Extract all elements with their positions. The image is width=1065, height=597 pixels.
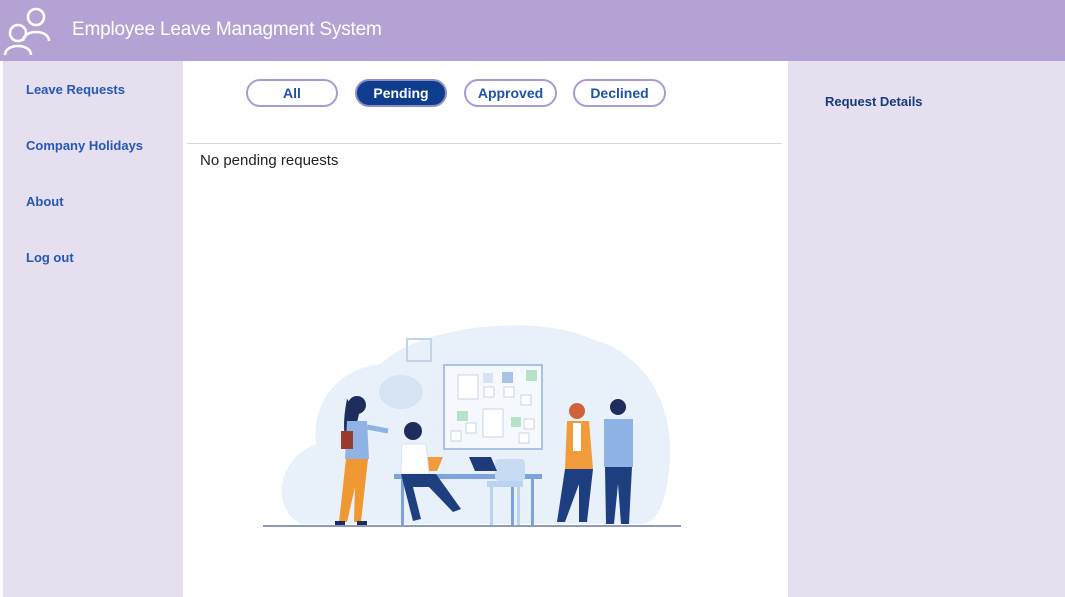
requests-panel: All Pending Approved Declined No pending…: [183, 61, 788, 597]
sidebar-item-company-holidays[interactable]: Company Holidays: [26, 138, 143, 153]
tab-pending[interactable]: Pending: [355, 79, 447, 107]
tab-all[interactable]: All: [246, 79, 338, 107]
app-header: Employee Leave Managment System: [0, 0, 1065, 61]
sidebar-item-log-out[interactable]: Log out: [26, 250, 74, 265]
tab-approved[interactable]: Approved: [464, 79, 557, 107]
tab-declined[interactable]: Declined: [573, 79, 666, 107]
sidebar-item-leave-requests[interactable]: Leave Requests: [26, 82, 125, 97]
users-icon: [3, 7, 51, 55]
request-details-heading: Request Details: [825, 94, 923, 109]
divider: [187, 143, 782, 144]
app-title: Employee Leave Managment System: [72, 19, 382, 40]
sidebar-item-about[interactable]: About: [26, 194, 64, 209]
sidebar: Leave Requests Company Holidays About Lo…: [3, 61, 183, 597]
request-details-panel: Request Details: [788, 61, 1065, 597]
empty-state-message: No pending requests: [200, 152, 339, 169]
office-team-illustration: [263, 325, 681, 527]
